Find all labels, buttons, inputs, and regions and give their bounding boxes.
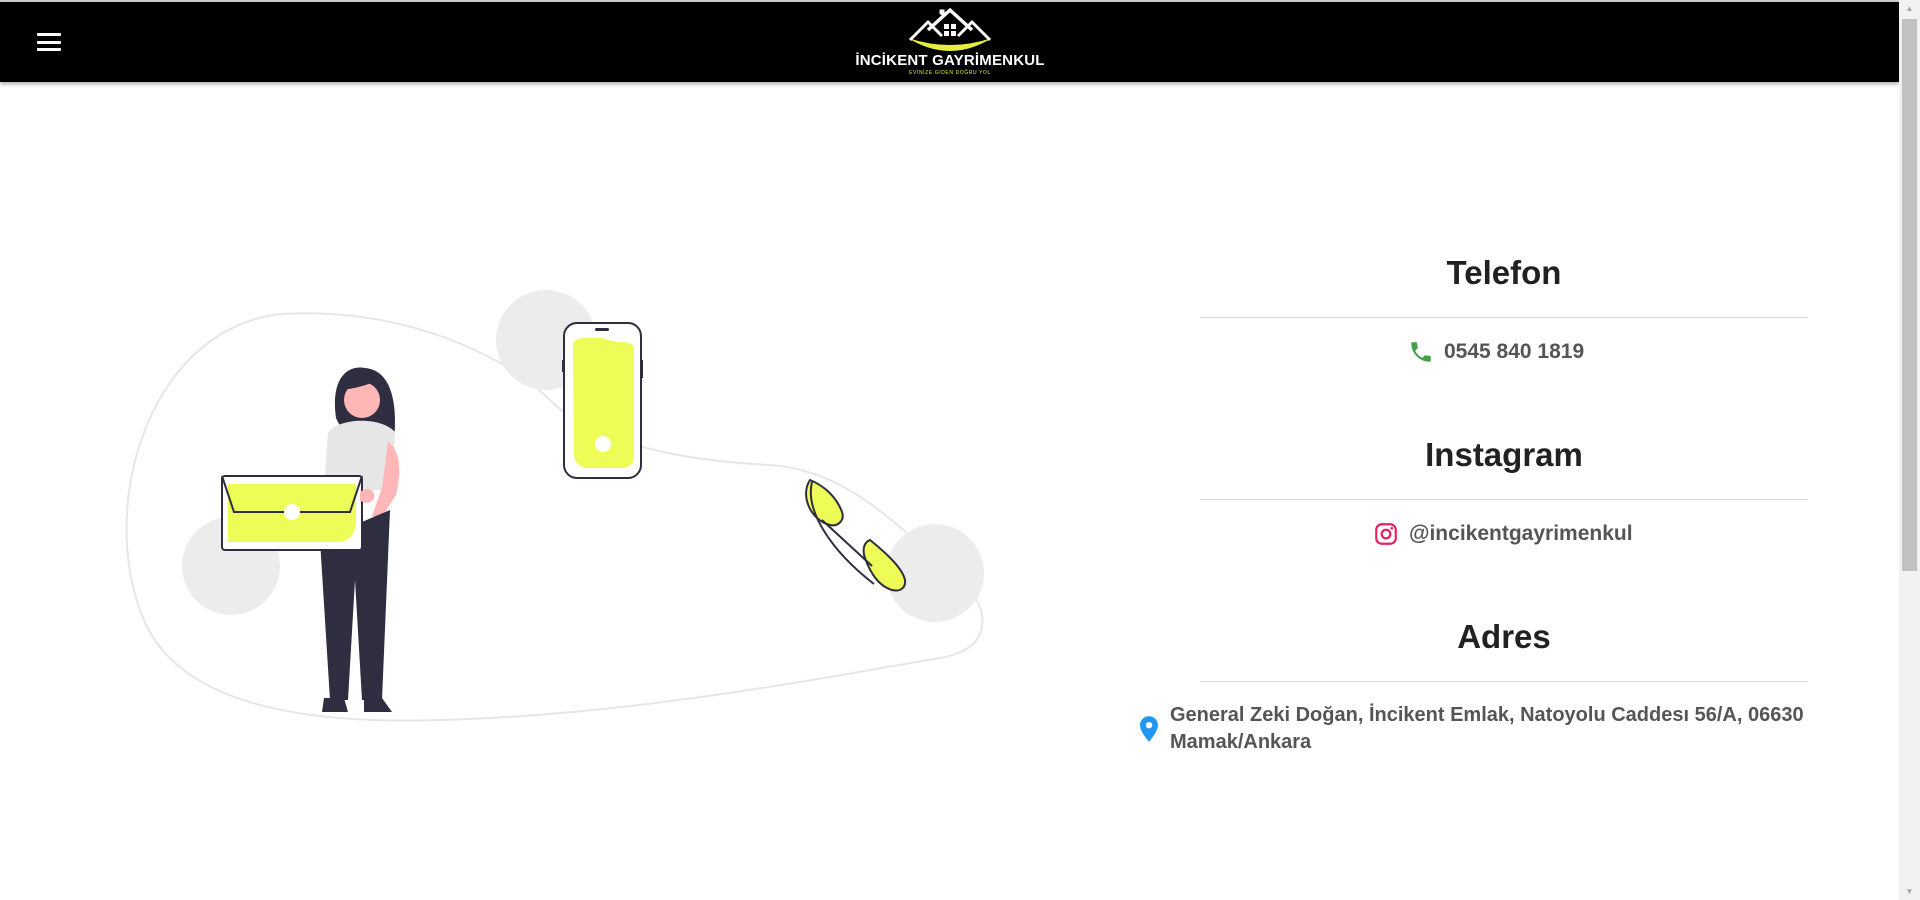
house-roofs-logo-icon: [908, 8, 992, 51]
scroll-down-arrow-icon[interactable]: ▼: [1899, 883, 1920, 900]
instagram-divider: [1200, 499, 1808, 500]
phone-icon: [1411, 342, 1431, 362]
envelope-icon: [221, 475, 375, 551]
phone-number: 0545 840 1819: [1444, 340, 1585, 363]
instagram-icon: [1375, 523, 1397, 545]
brand-name: İNCİKENT GAYRİMENKUL: [855, 52, 1045, 69]
contact-info-section: Telefon 0545 840 1819 Instagram @inciken…: [1140, 0, 1880, 900]
address-divider: [1200, 681, 1808, 682]
phone-divider: [1200, 317, 1808, 318]
telephone-handset-icon: [805, 478, 907, 592]
scroll-up-arrow-icon[interactable]: ▲: [1899, 0, 1920, 17]
instagram-handle: @incikentgayrimenkul: [1409, 522, 1633, 545]
contact-us-illustration: [125, 290, 984, 722]
vertical-scrollbar[interactable]: ▲ ▼: [1899, 0, 1920, 900]
location-pin-icon: [1140, 716, 1158, 742]
mobile-phone-icon: [562, 322, 643, 479]
phone-section-title: Telefon: [1446, 254, 1562, 291]
instagram-contact-row[interactable]: @incikentgayrimenkul: [1373, 521, 1633, 547]
hamburger-menu-icon[interactable]: [36, 30, 62, 54]
instagram-section-title: Instagram: [1425, 436, 1583, 473]
brand-logo[interactable]: İNCİKENT GAYRİMENKUL EVİNİZE GİDEN DOĞRU…: [855, 8, 1044, 78]
brand-tagline: EVİNİZE GİDEN DOĞRU YOL: [909, 70, 991, 76]
address-section-title: Adres: [1457, 618, 1551, 655]
address-text: General Zeki Doğan, İncikent Emlak, Nato…: [1170, 704, 1804, 753]
address-contact-row[interactable]: General Zeki Doğan, İncikent Emlak, Nato…: [1140, 702, 1880, 756]
scrollbar-thumb[interactable]: [1902, 19, 1917, 571]
phone-contact-row[interactable]: 0545 840 1819: [1408, 339, 1584, 365]
